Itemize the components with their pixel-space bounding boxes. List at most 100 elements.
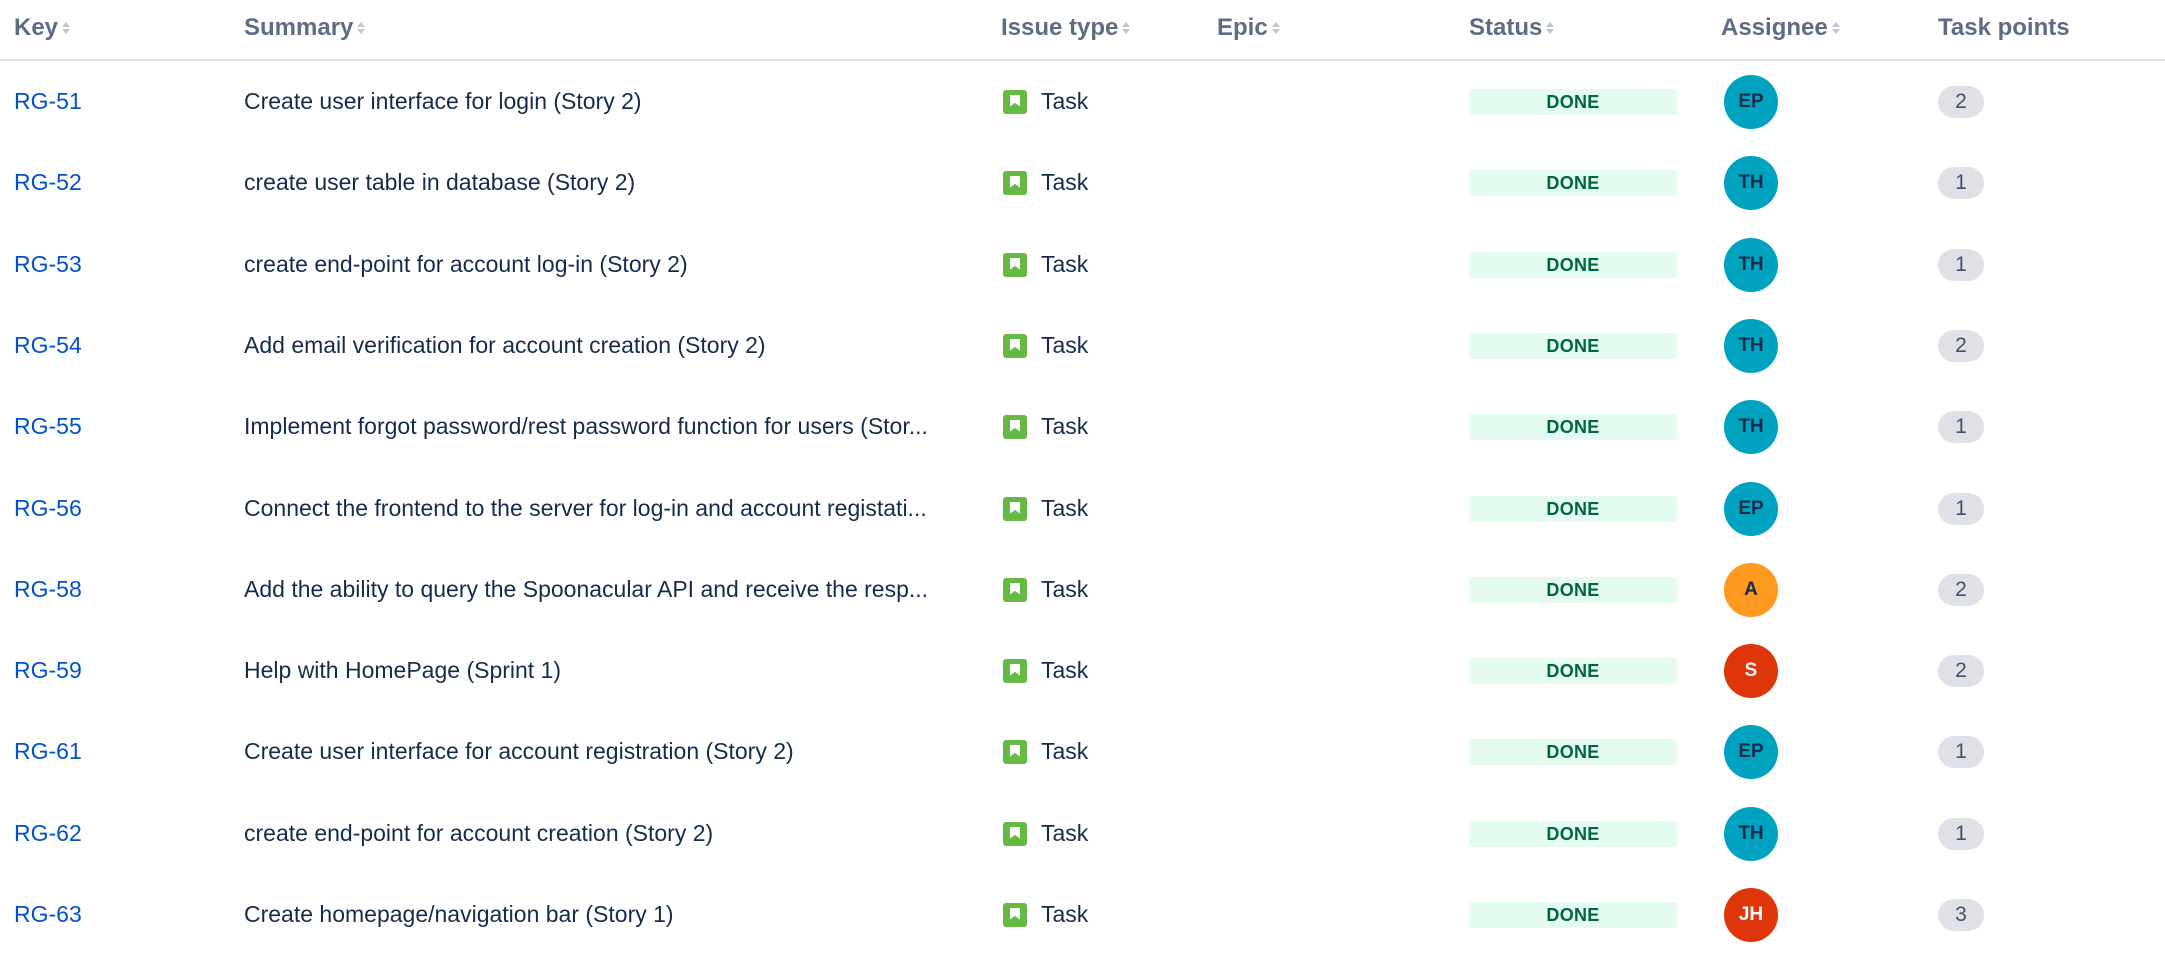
column-header-issue-type[interactable]: Issue type: [1001, 14, 1131, 42]
sort-icon[interactable]: [62, 21, 71, 35]
summary-cell[interactable]: Connect the frontend to the server for l…: [244, 468, 984, 549]
table-row[interactable]: RG-61 Create user interface for account …: [0, 711, 2165, 792]
task-points-cell: 3: [1938, 874, 1984, 955]
sort-icon[interactable]: [357, 21, 366, 35]
summary-text[interactable]: create user table in database (Story 2): [244, 169, 984, 196]
column-header-task-points[interactable]: Task points: [1938, 14, 2070, 42]
issue-key-link[interactable]: RG-51: [14, 88, 82, 115]
key-cell: RG-51: [14, 61, 82, 142]
table-row[interactable]: RG-52 create user table in database (Sto…: [0, 142, 2165, 223]
summary-text[interactable]: create end-point for account creation (S…: [244, 820, 984, 847]
assignee-cell: EP: [1724, 711, 1778, 792]
avatar[interactable]: TH: [1724, 237, 1778, 292]
avatar[interactable]: TH: [1724, 318, 1778, 373]
issue-key-link[interactable]: RG-58: [14, 576, 82, 603]
status-badge[interactable]: DONE: [1469, 576, 1677, 603]
status-cell: DONE: [1469, 630, 1677, 711]
avatar[interactable]: TH: [1724, 806, 1778, 861]
issue-type-cell: Task: [1003, 874, 1088, 955]
status-badge[interactable]: DONE: [1469, 820, 1677, 847]
table-row[interactable]: RG-51 Create user interface for login (S…: [0, 61, 2165, 142]
task-points-cell: 1: [1938, 793, 1984, 874]
sort-icon[interactable]: [1271, 21, 1280, 35]
status-badge[interactable]: DONE: [1469, 657, 1677, 684]
summary-text[interactable]: Connect the frontend to the server for l…: [244, 495, 984, 522]
table-row[interactable]: RG-55 Implement forgot password/rest pas…: [0, 386, 2165, 467]
column-header-assignee[interactable]: Assignee: [1721, 14, 1840, 42]
sort-icon[interactable]: [1831, 21, 1840, 35]
column-header-status[interactable]: Status: [1469, 14, 1555, 42]
column-header-summary[interactable]: Summary: [244, 14, 366, 42]
table-row[interactable]: RG-58 Add the ability to query the Spoon…: [0, 549, 2165, 630]
issue-key-link[interactable]: RG-55: [14, 413, 82, 440]
column-header-key-label: Key: [14, 14, 59, 41]
key-cell: RG-62: [14, 793, 82, 874]
avatar[interactable]: TH: [1724, 155, 1778, 210]
column-header-epic[interactable]: Epic: [1217, 14, 1280, 42]
avatar[interactable]: EP: [1724, 74, 1778, 129]
summary-text[interactable]: create end-point for account log-in (Sto…: [244, 251, 984, 278]
table-row[interactable]: RG-63 Create homepage/navigation bar (St…: [0, 874, 2165, 955]
sort-icon[interactable]: [1122, 21, 1131, 35]
column-header-epic-label: Epic: [1217, 14, 1268, 41]
summary-cell[interactable]: create end-point for account log-in (Sto…: [244, 224, 984, 305]
avatar[interactable]: EP: [1724, 481, 1778, 536]
issue-key-link[interactable]: RG-52: [14, 169, 82, 196]
summary-text[interactable]: Implement forgot password/rest password …: [244, 413, 984, 440]
column-header-key[interactable]: Key: [14, 14, 71, 42]
issue-key-link[interactable]: RG-56: [14, 495, 82, 522]
issue-type-cell: Task: [1003, 142, 1088, 223]
issue-key-link[interactable]: RG-63: [14, 901, 82, 928]
summary-cell[interactable]: create user table in database (Story 2): [244, 142, 984, 223]
summary-text[interactable]: Create user interface for account regist…: [244, 738, 984, 765]
issue-key-link[interactable]: RG-61: [14, 738, 82, 765]
summary-cell[interactable]: create end-point for account creation (S…: [244, 793, 984, 874]
status-badge[interactable]: DONE: [1469, 901, 1677, 928]
assignee-cell: A: [1724, 549, 1778, 630]
task-points-badge: 1: [1938, 817, 1984, 850]
summary-text[interactable]: Add email verification for account creat…: [244, 332, 984, 359]
status-badge[interactable]: DONE: [1469, 88, 1677, 115]
table-row[interactable]: RG-56 Connect the frontend to the server…: [0, 468, 2165, 549]
status-badge[interactable]: DONE: [1469, 169, 1677, 196]
summary-cell[interactable]: Implement forgot password/rest password …: [244, 386, 984, 467]
task-points-badge: 1: [1938, 248, 1984, 281]
avatar[interactable]: TH: [1724, 399, 1778, 454]
summary-text[interactable]: Create homepage/navigation bar (Story 1): [244, 901, 984, 928]
summary-text[interactable]: Add the ability to query the Spoonacular…: [244, 576, 984, 603]
status-badge[interactable]: DONE: [1469, 332, 1677, 359]
avatar[interactable]: A: [1724, 562, 1778, 617]
avatar[interactable]: S: [1724, 643, 1778, 698]
issue-key-link[interactable]: RG-54: [14, 332, 82, 359]
table-row[interactable]: RG-54 Add email verification for account…: [0, 305, 2165, 386]
avatar[interactable]: EP: [1724, 724, 1778, 779]
issue-type-cell: Task: [1003, 549, 1088, 630]
issue-type-label: Task: [1041, 251, 1089, 277]
status-badge[interactable]: DONE: [1469, 251, 1677, 278]
issue-key-link[interactable]: RG-59: [14, 657, 82, 684]
table-row[interactable]: RG-53 create end-point for account log-i…: [0, 224, 2165, 305]
summary-cell[interactable]: Create user interface for login (Story 2…: [244, 61, 984, 142]
summary-cell[interactable]: Help with HomePage (Sprint 1): [244, 630, 984, 711]
issue-type-cell: Task: [1003, 793, 1088, 874]
status-cell: DONE: [1469, 874, 1677, 955]
status-badge[interactable]: DONE: [1469, 413, 1677, 440]
status-cell: DONE: [1469, 224, 1677, 305]
avatar[interactable]: JH: [1724, 887, 1778, 942]
status-badge[interactable]: DONE: [1469, 738, 1677, 765]
issue-key-link[interactable]: RG-62: [14, 820, 82, 847]
key-cell: RG-55: [14, 386, 82, 467]
status-cell: DONE: [1469, 61, 1677, 142]
summary-text[interactable]: Help with HomePage (Sprint 1): [244, 657, 984, 684]
issue-table: Key Summary Issue type Epic Status Assig…: [0, 0, 2165, 949]
sort-icon[interactable]: [1546, 21, 1555, 35]
table-row[interactable]: RG-62 create end-point for account creat…: [0, 793, 2165, 874]
summary-cell[interactable]: Create user interface for account regist…: [244, 711, 984, 792]
summary-cell[interactable]: Add email verification for account creat…: [244, 305, 984, 386]
summary-cell[interactable]: Add the ability to query the Spoonacular…: [244, 549, 984, 630]
summary-cell[interactable]: Create homepage/navigation bar (Story 1): [244, 874, 984, 955]
issue-key-link[interactable]: RG-53: [14, 251, 82, 278]
table-row[interactable]: RG-59 Help with HomePage (Sprint 1) Task…: [0, 630, 2165, 711]
status-badge[interactable]: DONE: [1469, 495, 1677, 522]
summary-text[interactable]: Create user interface for login (Story 2…: [244, 88, 984, 115]
